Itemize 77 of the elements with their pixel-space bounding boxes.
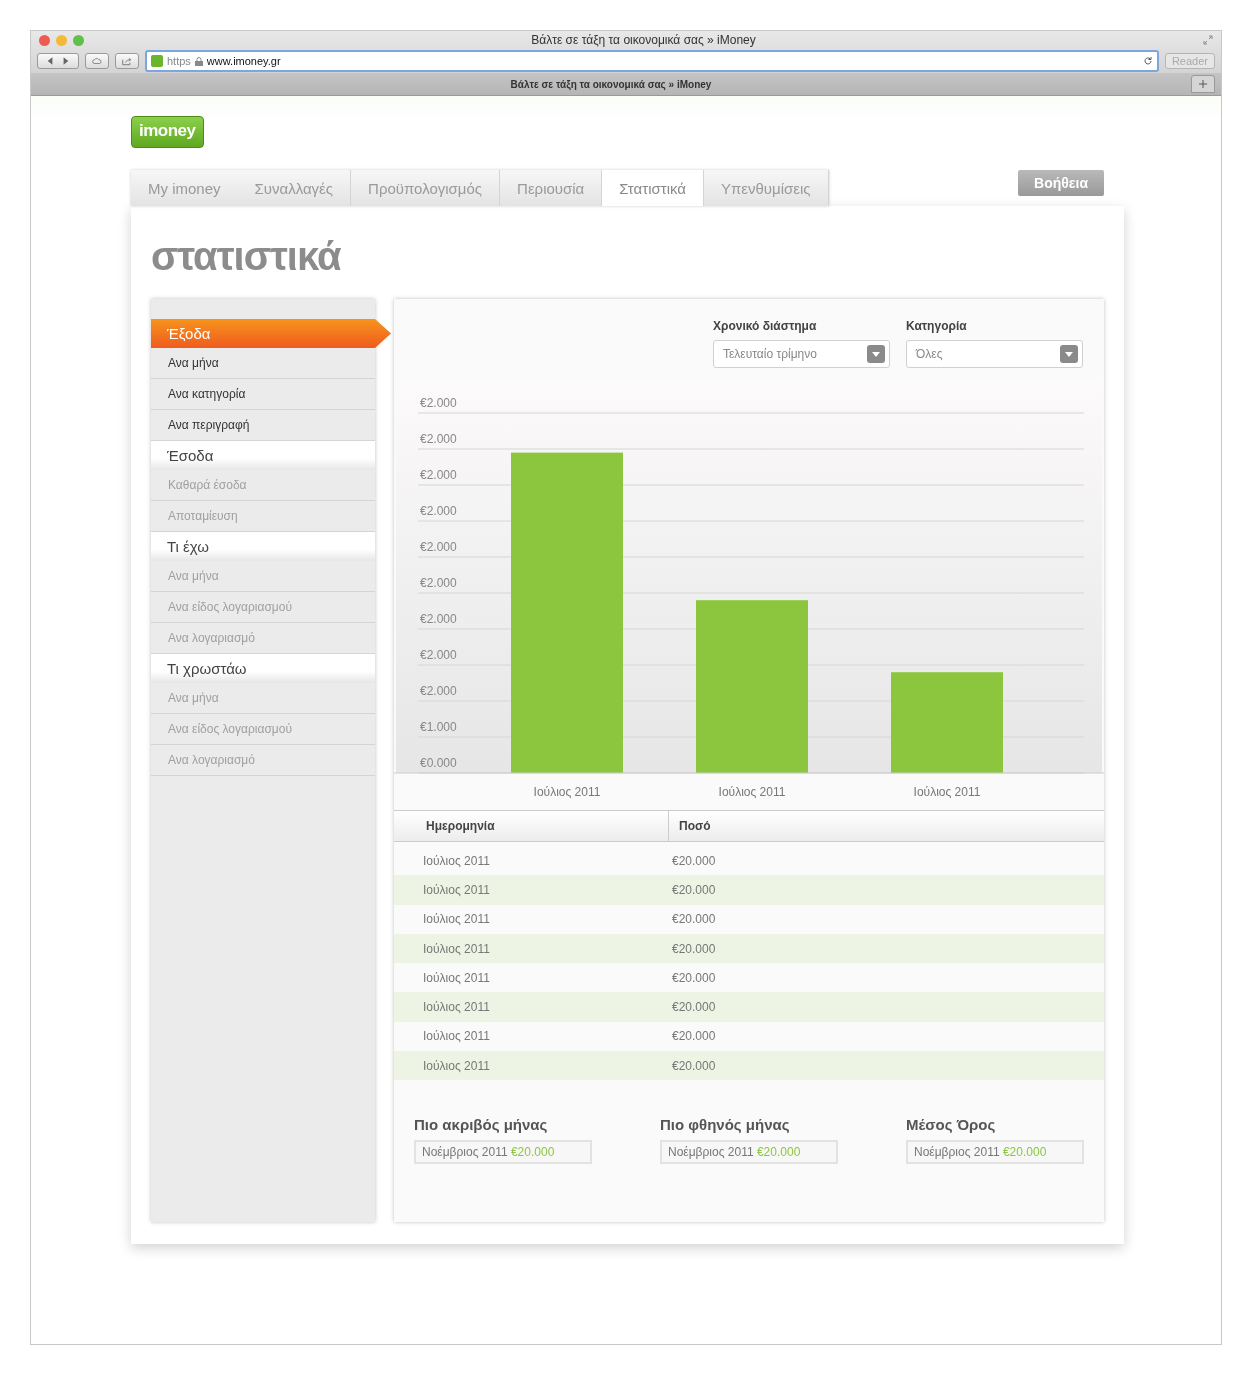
sidebar-section[interactable]: Έξοδα	[151, 319, 391, 348]
y-axis-label: €2.000	[420, 576, 457, 590]
nav-tab[interactable]: My imoney	[131, 170, 238, 206]
summary-field: Νοέμβριος 2011 €20.000	[414, 1140, 592, 1165]
table-cell-text: Ιούλιος 2011	[423, 970, 491, 985]
reload-icon[interactable]	[1142, 56, 1153, 66]
y-axis-label: €2.000	[420, 648, 457, 662]
sidebar-item[interactable]: Ανα μήνα	[151, 348, 375, 379]
new-tab-icon[interactable]	[1191, 75, 1215, 93]
summary-title: Πιο ακριβός μήνας	[414, 1116, 549, 1134]
cloud-button[interactable]	[85, 53, 109, 69]
caret-icon	[1060, 345, 1078, 363]
sidebar-item[interactable]: Ανα μήνα	[151, 683, 375, 714]
dropdown[interactable]: Τελευταίο τρίμηνο	[713, 340, 890, 368]
window-title: Βάλτε σε τάξη τα οικονομικά σας » iMoney	[530, 33, 757, 47]
y-axis-label: €2.000	[420, 396, 457, 410]
dropdown[interactable]: Όλες	[906, 340, 1083, 368]
column-header: Ημερομηνία	[416, 811, 669, 841]
logo[interactable]: imoney	[131, 116, 204, 148]
table-cell: €20.000	[672, 1058, 716, 1073]
y-axis-label: €2.000	[420, 612, 457, 626]
table-cell: €20.000	[672, 941, 716, 956]
table-cell-text: Ιούλιος 2011	[423, 1029, 491, 1044]
filter-label: Χρονικό διάστημα	[713, 319, 818, 333]
table-cell: €20.000	[672, 1029, 716, 1044]
y-axis-label: €0.000	[420, 756, 457, 770]
sidebar-item[interactable]: Ανα λογαριασμό	[151, 745, 375, 776]
column-header: Ποσό	[678, 819, 711, 833]
minimize-icon[interactable]	[56, 34, 67, 46]
zoom-icon[interactable]	[73, 34, 84, 46]
reader-button[interactable]: Reader	[1164, 53, 1215, 69]
sidebar-item[interactable]: Καθαρά έσοδα	[151, 470, 375, 501]
summary-title: Πιο φθηνός μήνας	[660, 1116, 791, 1134]
close-icon[interactable]	[39, 34, 50, 46]
share-button[interactable]	[115, 53, 139, 69]
table-cell: €20.000	[672, 970, 716, 985]
sidebar-section[interactable]: Έσοδα	[151, 441, 375, 470]
lock-icon	[194, 56, 203, 66]
y-axis-label: €2.000	[420, 432, 457, 446]
y-axis-label: €2.000	[420, 504, 457, 518]
filter-label: Κατηγορία	[906, 319, 968, 333]
x-axis-label: Ιούλιος 2011	[913, 785, 981, 799]
share-icon	[122, 55, 132, 67]
y-axis-label: €2.000	[420, 540, 457, 554]
fullscreen-icon[interactable]	[1203, 35, 1213, 45]
sidebar-item[interactable]: Ανα κατηγορία	[151, 379, 375, 410]
table-cell: €20.000	[672, 853, 716, 868]
table-cell-text: Ιούλιος 2011	[423, 912, 491, 927]
summary-field: Νοέμβριος 2011 €20.000	[660, 1140, 838, 1165]
help-button[interactable]: Βοήθεια	[1018, 170, 1104, 196]
table-cell-text: Ιούλιος 2011	[423, 941, 491, 956]
site-icon	[151, 55, 163, 67]
x-axis-label: Ιούλιος 2011	[533, 785, 601, 799]
sidebar-item[interactable]: Ανα μήνα	[151, 561, 375, 592]
page-heading: στατιστικά	[151, 234, 342, 279]
y-axis-label: €2.000	[420, 468, 457, 482]
summary-title: Μέσος Όρος	[906, 1116, 997, 1134]
table-cell-text: Ιούλιος 2011	[423, 882, 491, 897]
y-axis-label: €2.000	[420, 684, 457, 698]
address-field[interactable]: https www.imoney.gr	[145, 50, 1159, 72]
table-cell-text: Ιούλιος 2011	[423, 1058, 491, 1073]
sidebar-item[interactable]: Ανα είδος λογαριασμού	[151, 592, 375, 623]
sidebar-section[interactable]: Τι έχω	[151, 532, 375, 561]
table-cell: €20.000	[672, 882, 716, 897]
summary-field: Νοέμβριος 2011 €20.000	[906, 1140, 1084, 1165]
cloud-icon	[92, 56, 102, 66]
table-cell: €20.000	[672, 912, 716, 927]
table-cell-text: Ιούλιος 2011	[423, 1000, 491, 1015]
table-cell-text: Ιούλιος 2011	[423, 853, 491, 868]
x-axis-label: Ιούλιος 2011	[718, 785, 786, 799]
nav-tab[interactable]: Στατιστικά	[602, 170, 704, 206]
sidebar-section[interactable]: Τι χρωστάω	[151, 654, 375, 683]
caret-icon	[867, 345, 885, 363]
sidebar-item[interactable]: Ανα είδος λογαριασμού	[151, 714, 375, 745]
back-forward-button[interactable]	[37, 53, 79, 69]
table-cell: €20.000	[672, 1000, 716, 1015]
y-axis-label: €1.000	[420, 720, 457, 734]
